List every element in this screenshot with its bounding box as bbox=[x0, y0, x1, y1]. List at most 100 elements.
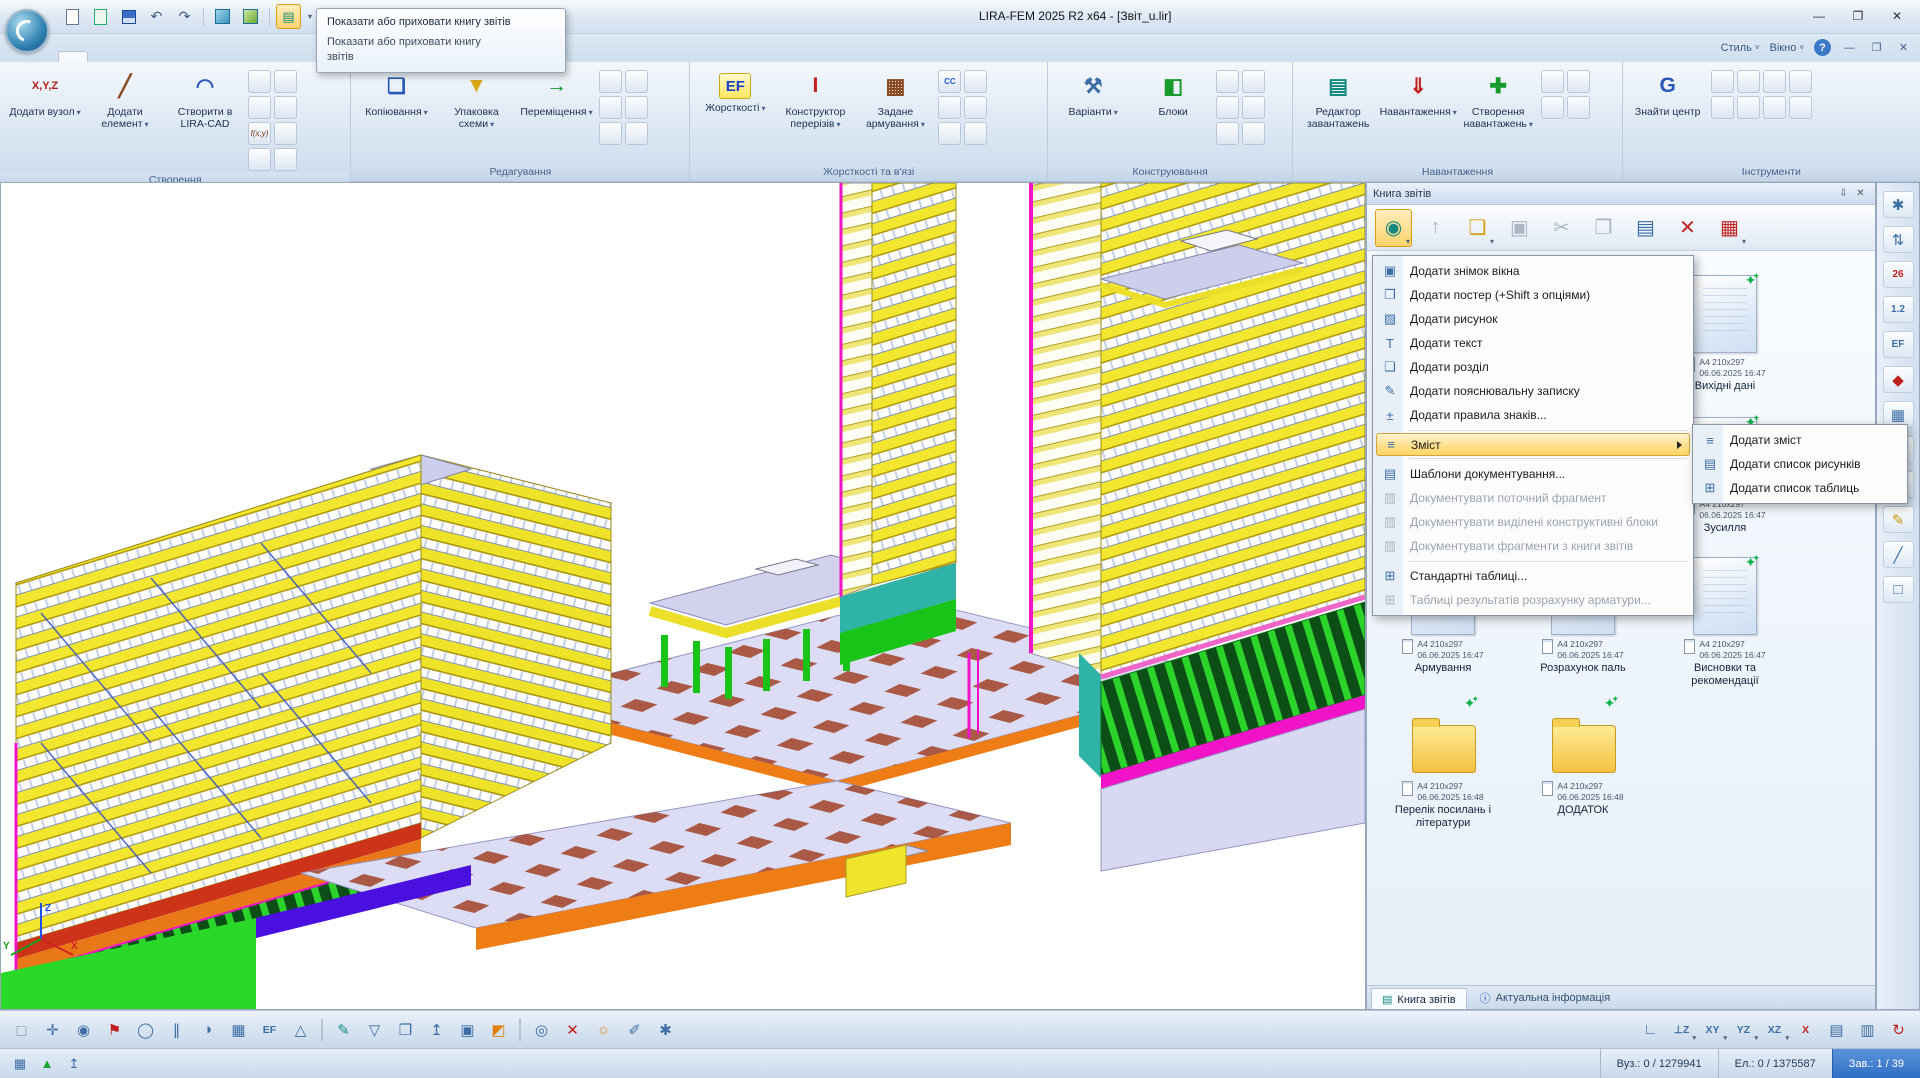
menu-add-text[interactable]: Т Додати текст bbox=[1376, 331, 1690, 355]
stiffness-button[interactable]: EF Жорсткості bbox=[696, 65, 774, 160]
table-toggle-icon[interactable]: ▦ bbox=[10, 1054, 30, 1074]
marquee-select-icon[interactable]: ◻ bbox=[8, 1016, 35, 1043]
move-button[interactable]: → Переміщення bbox=[517, 65, 595, 160]
refresh-icon[interactable]: ↻ bbox=[1885, 1016, 1912, 1043]
z-view-icon[interactable]: ⊥Z bbox=[1668, 1016, 1695, 1043]
close-button[interactable]: ✕ bbox=[1879, 4, 1915, 28]
shade-view-icon[interactable]: ◑ bbox=[194, 1016, 221, 1043]
xy-view-icon[interactable]: XY bbox=[1699, 1016, 1726, 1043]
copy-fragment-icon[interactable]: ❐ bbox=[392, 1016, 419, 1043]
tool-icon[interactable] bbox=[938, 122, 961, 145]
submenu-add-figure-list[interactable]: ▤ Додати список рисунків bbox=[1696, 452, 1904, 476]
menu-add-explanatory-note[interactable]: ✎ Додати пояснювальну записку bbox=[1376, 379, 1690, 403]
tab-advanced-analysis[interactable] bbox=[116, 52, 144, 62]
tool-icon[interactable] bbox=[1216, 96, 1239, 119]
mdi-restore-icon[interactable]: ❐ bbox=[1868, 39, 1885, 56]
flag-icon[interactable]: ⚑ bbox=[101, 1016, 128, 1043]
menu-add-sign-rules[interactable]: ± Додати правила знаків... bbox=[1376, 403, 1690, 427]
menu-contents[interactable]: ≡ Зміст bbox=[1376, 433, 1690, 456]
grid-plane-icon[interactable]: ▤ bbox=[1823, 1016, 1850, 1043]
line-icon[interactable]: ╱ bbox=[1883, 541, 1914, 568]
save-button[interactable] bbox=[116, 4, 141, 29]
paint-icon[interactable]: ✎ bbox=[330, 1016, 357, 1043]
pan-icon[interactable]: ✛ bbox=[39, 1016, 66, 1043]
tool-icon[interactable] bbox=[1216, 70, 1239, 93]
palette-icon[interactable]: ◩ bbox=[485, 1016, 512, 1043]
open-report-button[interactable]: ❏ bbox=[1459, 209, 1496, 247]
clear-selection-icon[interactable]: ✕ bbox=[559, 1016, 586, 1043]
section-constructor-button[interactable]: I Конструктор перерізів bbox=[776, 65, 854, 160]
tab-masonry[interactable] bbox=[200, 52, 228, 62]
copy-tools-button[interactable]: ❏ Копіювання bbox=[357, 65, 435, 160]
tab-analysis[interactable] bbox=[88, 52, 116, 62]
mdi-minimize-icon[interactable]: — bbox=[1841, 39, 1858, 56]
tab-reinforced-concrete[interactable] bbox=[144, 52, 172, 62]
app-logo[interactable] bbox=[5, 9, 49, 53]
blank-icon[interactable]: □ bbox=[1883, 576, 1914, 603]
circle-select-icon[interactable]: ◯ bbox=[132, 1016, 159, 1043]
defined-reinforcement-button[interactable]: ▦ Задане армування bbox=[856, 65, 934, 160]
paste-button[interactable]: ▤ bbox=[1627, 209, 1664, 247]
tool-icon[interactable] bbox=[1737, 96, 1760, 119]
undo-button[interactable]: ↶ bbox=[144, 4, 169, 29]
annotate-ic­on[interactable]: ✐ bbox=[621, 1016, 648, 1043]
blocks-button[interactable]: ◧ Блоки bbox=[1134, 65, 1212, 160]
tool-icon[interactable] bbox=[274, 148, 297, 171]
settings2-icon[interactable]: ✱ bbox=[652, 1016, 679, 1043]
highlight-icon[interactable]: ☼ bbox=[590, 1016, 617, 1043]
menu-add-window-snapshot[interactable]: ▣ Додати знімок вікна bbox=[1376, 259, 1690, 283]
variants-button[interactable]: ⚒ Варіанти bbox=[1054, 65, 1132, 160]
block-icon[interactable]: ▣ bbox=[454, 1016, 481, 1043]
mdi-close-icon[interactable]: ✕ bbox=[1895, 39, 1912, 56]
tool-icon[interactable] bbox=[1737, 70, 1760, 93]
redo-button[interactable]: ↷ bbox=[172, 4, 197, 29]
new-document-button[interactable] bbox=[60, 4, 85, 29]
tool-icon[interactable] bbox=[248, 70, 271, 93]
tool-icon[interactable] bbox=[964, 96, 987, 119]
tool-icon[interactable] bbox=[1242, 122, 1265, 145]
tool-icon[interactable] bbox=[625, 122, 648, 145]
tool-icon[interactable] bbox=[1242, 96, 1265, 119]
tool-icon[interactable] bbox=[274, 96, 297, 119]
tool-icon[interactable] bbox=[248, 148, 271, 171]
tool-icon[interactable] bbox=[1763, 70, 1786, 93]
find-center-button[interactable]: G Знайти центр bbox=[1629, 65, 1707, 160]
panel-close-icon[interactable]: ✕ bbox=[1852, 186, 1869, 202]
tool-icon[interactable] bbox=[1242, 70, 1265, 93]
menu-standard-tables[interactable]: ⊞ Стандартні таблиці... bbox=[1376, 564, 1690, 588]
separator[interactable] bbox=[519, 1019, 521, 1041]
tool-icon[interactable] bbox=[964, 122, 987, 145]
tool-icon[interactable] bbox=[1567, 70, 1590, 93]
report-section-dodatok[interactable]: A4 210x29706.06.2025 16:48 ДОДАТОК bbox=[1519, 699, 1647, 817]
submenu-add-table-list[interactable]: ⊞ Додати список таблиць bbox=[1696, 476, 1904, 500]
tool-icon[interactable] bbox=[1711, 96, 1734, 119]
print-button[interactable]: ▦ bbox=[1711, 209, 1748, 247]
panel-tab-report-book[interactable]: ▤ Книга звітів bbox=[1371, 988, 1467, 1009]
tool-icon[interactable] bbox=[599, 96, 622, 119]
filter-icon[interactable]: ▽ bbox=[361, 1016, 388, 1043]
report-section-perelik-posylan[interactable]: A4 210x29706.06.2025 16:48 Перелік посил… bbox=[1379, 699, 1507, 830]
select-node-icon[interactable]: ◉ bbox=[70, 1016, 97, 1043]
results-12-icon[interactable]: 1.2 bbox=[1883, 296, 1914, 323]
tool-icon[interactable] bbox=[1216, 122, 1239, 145]
tool-icon[interactable] bbox=[1567, 96, 1590, 119]
delete-button[interactable]: ✕ bbox=[1669, 209, 1706, 247]
import-button[interactable] bbox=[88, 4, 113, 29]
report-book-toggle-button[interactable]: ▤ bbox=[276, 4, 301, 29]
mosaic-icon[interactable]: ◆ bbox=[1883, 366, 1914, 393]
tool-icon[interactable] bbox=[1711, 70, 1734, 93]
zoom-icon[interactable]: ◎ bbox=[528, 1016, 555, 1043]
tool-icon[interactable] bbox=[248, 96, 271, 119]
mirror-icon[interactable]: ∥ bbox=[163, 1016, 190, 1043]
yz-view-icon[interactable]: YZ bbox=[1730, 1016, 1757, 1043]
add-node-button[interactable]: X,Y,Z Додати вузол bbox=[6, 65, 84, 160]
restore-button[interactable]: ❐ bbox=[1840, 4, 1876, 28]
tool-icon[interactable] bbox=[1789, 96, 1812, 119]
menu-add-picture[interactable]: ▨ Додати рисунок bbox=[1376, 307, 1690, 331]
tab-creation-editing[interactable] bbox=[58, 51, 88, 62]
create-loads-button[interactable]: ✚ Створення навантажень bbox=[1459, 65, 1537, 160]
tool-icon[interactable] bbox=[938, 96, 961, 119]
tool-icon[interactable] bbox=[1789, 70, 1812, 93]
tool-icon[interactable] bbox=[599, 122, 622, 145]
menu-add-poster[interactable]: ❐ Додати постер (+Shift з опціями) bbox=[1376, 283, 1690, 307]
